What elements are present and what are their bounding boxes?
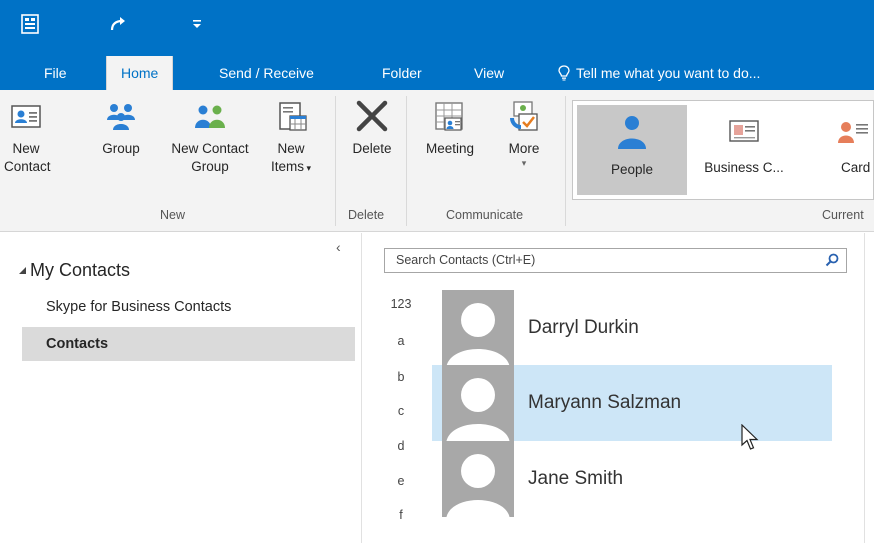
pane-divider (864, 233, 865, 543)
new-items-icon (274, 100, 308, 132)
nav-item-contacts[interactable]: Contacts (22, 327, 355, 361)
view-card-label: Card (841, 160, 871, 175)
person-silhouette-icon (446, 378, 510, 441)
person-icon (618, 116, 646, 149)
view-business-card[interactable]: Business C... (691, 105, 797, 195)
tab-send-receive[interactable]: Send / Receive (205, 56, 328, 90)
person-silhouette-icon (446, 303, 510, 366)
meeting-label: Meeting (425, 141, 475, 156)
customize-qat-icon[interactable] (183, 10, 211, 38)
more-dropdown-arrow: ▾ (521, 158, 527, 168)
tab-home[interactable]: Home (106, 56, 174, 90)
group-separator (406, 96, 407, 226)
tab-view[interactable]: View (460, 56, 518, 90)
contact-card[interactable]: Maryann Salzman (432, 365, 832, 441)
outlook-app-icon[interactable] (16, 10, 44, 38)
group-label-new: New (160, 208, 186, 222)
delete-label: Delete (352, 141, 392, 156)
group-icon (104, 100, 138, 132)
group-separator (565, 96, 566, 226)
contact-card[interactable]: Jane Smith (432, 441, 832, 517)
view-business-card-label: Business C... (704, 160, 784, 175)
more-button[interactable]: More ▾ (500, 100, 548, 168)
search-placeholder: Search Contacts (Ctrl+E) (396, 253, 536, 267)
ribbon-tabs: File Home Send / Receive Folder View Tel… (0, 56, 874, 90)
contact-group-icon (193, 100, 227, 132)
delete-x-icon (355, 100, 389, 132)
index-letter[interactable]: 123 (384, 297, 418, 311)
nav-item-skype-contacts[interactable]: Skype for Business Contacts (22, 290, 355, 324)
index-letter[interactable]: a (384, 334, 418, 348)
index-letter[interactable]: c (384, 404, 418, 418)
mouse-cursor-icon (741, 424, 759, 450)
tell-me-box[interactable]: Tell me what you want to do... (558, 56, 760, 90)
group-button[interactable]: Group (96, 100, 146, 158)
new-items-label: New Items ▾ (270, 141, 312, 174)
group-label-current-view: Current (822, 208, 864, 222)
tell-me-text: Tell me what you want to do... (576, 65, 761, 81)
collapse-pane-icon[interactable]: ‹ (336, 239, 341, 255)
index-letter[interactable]: e (384, 474, 418, 488)
delete-button[interactable]: Delete (344, 100, 400, 158)
business-card-icon (729, 120, 759, 142)
new-contact-button[interactable]: New Contact (4, 100, 51, 176)
undo-icon[interactable] (104, 10, 132, 38)
index-letter[interactable]: f (384, 508, 418, 522)
person-silhouette-icon (446, 454, 510, 517)
group-label-delete: Delete (348, 208, 385, 222)
more-label: More (508, 141, 540, 156)
contact-card[interactable]: Darryl Durkin (432, 290, 832, 366)
new-contact-label: New Contact (4, 141, 51, 174)
avatar (442, 365, 514, 441)
group-label-communicate: Communicate (446, 208, 524, 222)
expand-triangle-icon[interactable] (18, 266, 27, 275)
view-card[interactable]: Card (809, 105, 874, 195)
contact-name: Jane Smith (528, 468, 624, 489)
new-items-button[interactable]: New Items ▾ (268, 100, 314, 177)
search-icon[interactable] (825, 253, 839, 267)
title-bar (0, 0, 874, 56)
group-separator (335, 96, 336, 226)
my-contacts-header[interactable]: My Contacts (30, 260, 130, 281)
new-contact-group-button[interactable]: New Contact Group (156, 100, 264, 176)
tab-folder[interactable]: Folder (368, 56, 436, 90)
view-people[interactable]: People (577, 105, 687, 195)
ribbon: New Contact Group New Contact Group New … (0, 90, 874, 232)
search-contacts-input[interactable]: Search Contacts (Ctrl+E) (384, 248, 847, 273)
contact-card-icon (9, 100, 43, 132)
meeting-button[interactable]: Meeting (420, 100, 480, 158)
navigation-pane: ‹ My Contacts Skype for Business Contact… (0, 233, 362, 543)
lightbulb-icon (558, 65, 570, 81)
avatar (442, 441, 514, 517)
index-letter[interactable]: d (384, 439, 418, 453)
card-icon (838, 122, 868, 143)
current-view-gallery: People Business C... Card (572, 100, 874, 200)
index-letter[interactable]: b (384, 370, 418, 384)
avatar (442, 290, 514, 366)
view-people-label: People (610, 162, 654, 177)
contact-name: Darryl Durkin (528, 317, 639, 338)
new-contact-group-label: New Contact Group (171, 141, 249, 174)
more-communicate-icon (507, 100, 541, 132)
contact-name: Maryann Salzman (528, 392, 682, 413)
tab-file[interactable]: File (30, 56, 81, 90)
group-label: Group (102, 141, 140, 156)
meeting-calendar-icon (433, 100, 467, 132)
